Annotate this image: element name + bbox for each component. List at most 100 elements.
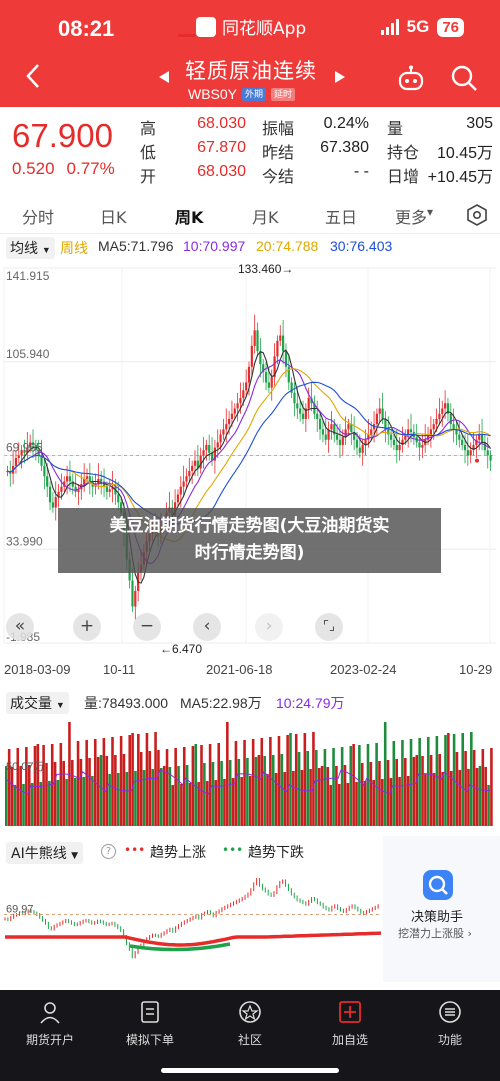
- volume-bar: [329, 785, 332, 826]
- zoom-back-icon[interactable]: «: [6, 613, 34, 641]
- candle-body: [338, 439, 342, 445]
- candle-body: [387, 429, 390, 435]
- search-icon[interactable]: [450, 64, 478, 92]
- nav-item-3[interactable]: 加自选: [310, 990, 390, 1048]
- volume-bar: [470, 732, 473, 826]
- stat-value: 67.870: [197, 139, 246, 156]
- volume-ma10: 10:24.79万: [276, 695, 345, 711]
- nav-item-2[interactable]: 社区: [210, 990, 290, 1048]
- ai-indicator-selector[interactable]: AI牛熊线 ▼: [6, 842, 84, 864]
- volume-indicator-selector[interactable]: 成交量 ▼: [6, 692, 69, 714]
- candle-body: [54, 497, 57, 508]
- prev-contract-icon[interactable]: [158, 70, 170, 84]
- volume-bar: [441, 772, 444, 826]
- robot-icon[interactable]: [396, 64, 426, 94]
- tab-1[interactable]: 日K: [100, 204, 127, 228]
- fullscreen-icon[interactable]: ⌜⌟: [315, 613, 343, 641]
- volume-bar: [283, 772, 287, 826]
- zoom-out-icon[interactable]: −: [133, 613, 161, 641]
- volume-bar: [171, 785, 175, 826]
- avg-line-selector[interactable]: 均线 ▼: [6, 237, 55, 259]
- more-dropdown-icon[interactable]: ▾: [427, 205, 433, 219]
- volume-bar: [237, 759, 241, 826]
- nav-item-4[interactable]: 功能: [410, 990, 490, 1048]
- volume-bar: [185, 765, 189, 826]
- volume-bar: [48, 781, 51, 826]
- signal-icon: [380, 19, 399, 35]
- trend-up-dots-icon: •••: [124, 843, 146, 857]
- contract-title: 轻质原油连续: [185, 59, 317, 83]
- candle-body: [324, 434, 327, 440]
- volume-bar: [323, 749, 327, 826]
- nav-item-0[interactable]: 期货开户: [10, 990, 90, 1048]
- candle-body: [176, 494, 180, 503]
- stat-label: 低: [140, 143, 157, 162]
- ma30-value: 30:76.403: [330, 238, 393, 254]
- candle-body: [239, 398, 242, 404]
- volume-bar: [378, 761, 381, 826]
- volume-bar: [50, 744, 54, 826]
- volume-bar: [82, 777, 86, 826]
- volume-bar: [168, 767, 172, 826]
- stat-label: 高: [140, 119, 157, 138]
- candle-body: [330, 424, 333, 430]
- candle-body: [421, 444, 424, 448]
- ai-bull-bear-chart[interactable]: 69.97: [0, 862, 383, 982]
- volume-chart[interactable]: 50.07万: [0, 716, 500, 828]
- stat-value: 305: [466, 115, 493, 132]
- nav-label: 模拟下单: [125, 1033, 174, 1047]
- volume-bar: [444, 735, 447, 826]
- scroll-right-icon[interactable]: ›: [255, 613, 283, 641]
- candlestick-chart[interactable]: 141.915105.94069.96533.990-1.985133.460→…: [0, 258, 500, 658]
- zoom-in-icon[interactable]: +: [73, 613, 101, 641]
- candle-body: [378, 408, 381, 414]
- date-label: 2018-03-09: [4, 662, 71, 677]
- volume-bar: [228, 760, 232, 826]
- help-icon[interactable]: ?: [101, 844, 116, 859]
- candle-body: [296, 403, 299, 409]
- scroll-left-icon[interactable]: ‹: [193, 613, 221, 641]
- candle-body: [193, 460, 197, 466]
- stat-label: 昨结: [262, 143, 295, 162]
- volume-bar: [19, 766, 22, 826]
- volume-bar: [119, 736, 123, 826]
- volume-bar: [260, 738, 264, 826]
- decision-assistant-card[interactable]: 决策助手 挖潜力上涨股 ›: [383, 836, 500, 982]
- back-icon[interactable]: [22, 62, 44, 90]
- home-indicator: [161, 1068, 339, 1073]
- candle-body: [68, 476, 72, 482]
- date-label: 2023-02-24: [330, 662, 397, 677]
- tab-2[interactable]: 周K: [175, 204, 203, 228]
- next-contract-icon[interactable]: [334, 70, 346, 84]
- candle-body: [14, 458, 18, 466]
- volume-bar: [16, 748, 20, 826]
- settings-hexagon-icon[interactable]: [466, 204, 488, 226]
- article-title-overlay: 美豆油期货行情走势图(大豆油期货实 时行情走势图): [58, 508, 441, 573]
- candle-body: [179, 486, 182, 495]
- volume-bar: [30, 783, 34, 826]
- volume-y-label: 50.07万: [6, 761, 45, 773]
- tab-3[interactable]: 月K: [252, 204, 279, 228]
- tab-0[interactable]: 分时: [22, 204, 54, 228]
- battery-icon: 76: [437, 17, 464, 37]
- volume-bar: [254, 757, 258, 826]
- candle-body: [282, 335, 285, 352]
- change-value: 0.520: [12, 159, 55, 178]
- volume-bar: [203, 763, 206, 826]
- candle-body: [228, 418, 231, 425]
- volume-bar: [320, 766, 324, 826]
- volume-bar: [372, 780, 376, 826]
- nav-item-1[interactable]: 模拟下单: [110, 990, 190, 1048]
- y-axis-label: 33.990: [6, 534, 43, 548]
- chart-controls: « + − ‹ › ⌜⌟: [0, 613, 500, 645]
- volume-bar: [188, 783, 192, 826]
- tag-continuous: 延时: [271, 87, 296, 101]
- tab-5[interactable]: 更多: [395, 204, 427, 228]
- volume-bar: [349, 746, 353, 826]
- tab-4[interactable]: 五日: [325, 204, 357, 228]
- candle-body: [253, 330, 256, 346]
- trend-down-dots-icon: •••: [222, 843, 244, 857]
- candle-body: [60, 486, 63, 492]
- volume-bar: [332, 748, 335, 826]
- candle-body: [375, 413, 378, 425]
